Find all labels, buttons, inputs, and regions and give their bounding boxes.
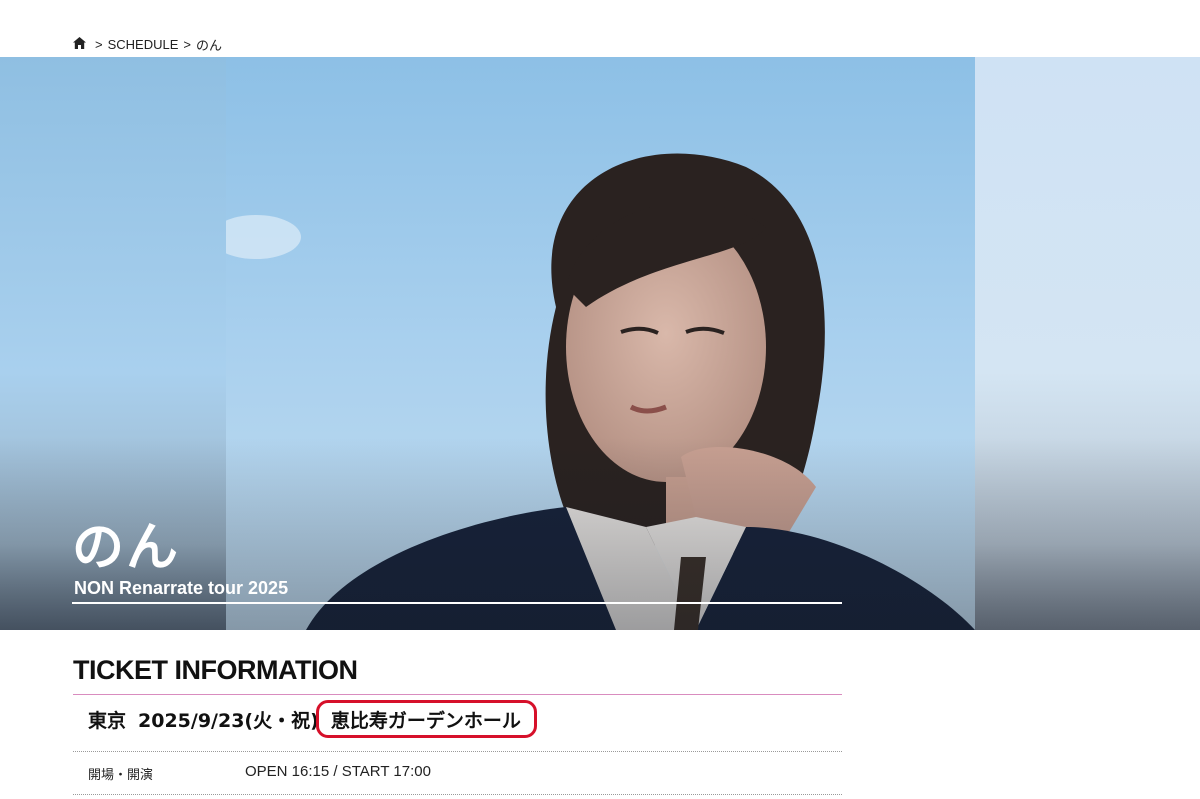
breadcrumb: > SCHEDULE > のん [73, 36, 222, 53]
info-row-open-start: 開場・開演 OPEN 16:15 / START 17:00 [88, 763, 842, 783]
info-row-label: 開場・開演 [88, 768, 154, 783]
section-divider [73, 694, 842, 695]
breadcrumb-separator: > [95, 36, 103, 52]
home-icon [73, 36, 86, 49]
event-date: 2025/9/23(火・祝) [138, 709, 319, 732]
hero-divider [72, 602, 842, 604]
breadcrumb-current: のん [195, 37, 222, 53]
row-divider [73, 794, 842, 795]
row-divider [73, 751, 842, 752]
artist-name: のん [72, 518, 181, 578]
event-city: 東京 [88, 709, 127, 732]
venue-highlight-circle [316, 700, 537, 738]
tour-name: NON Renarrate tour 2025 [74, 578, 289, 598]
home-link[interactable] [73, 36, 90, 52]
ticket-info-heading: TICKET INFORMATION [73, 655, 358, 685]
breadcrumb-schedule-link[interactable]: SCHEDULE [108, 37, 179, 52]
breadcrumb-separator: > [183, 36, 191, 52]
info-row-value: OPEN 16:15 / START 17:00 [245, 763, 431, 780]
